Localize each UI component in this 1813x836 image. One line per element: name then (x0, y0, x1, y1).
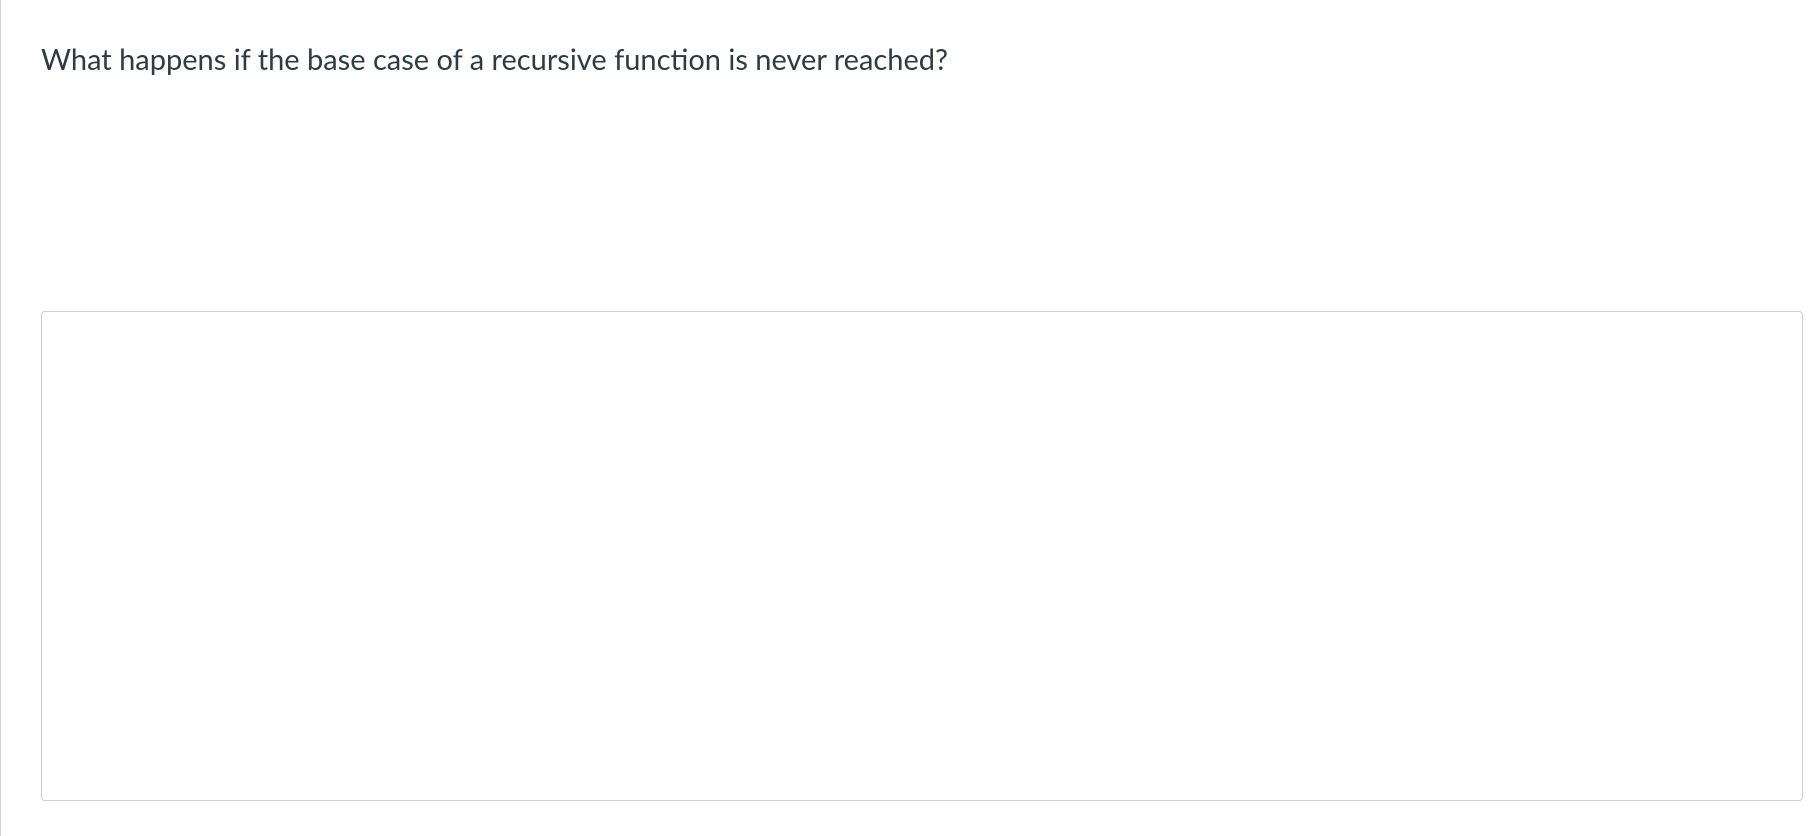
question-prompt: What happens if the base case of a recur… (41, 40, 1813, 81)
question-container: What happens if the base case of a recur… (0, 0, 1813, 836)
answer-input[interactable] (41, 311, 1803, 801)
